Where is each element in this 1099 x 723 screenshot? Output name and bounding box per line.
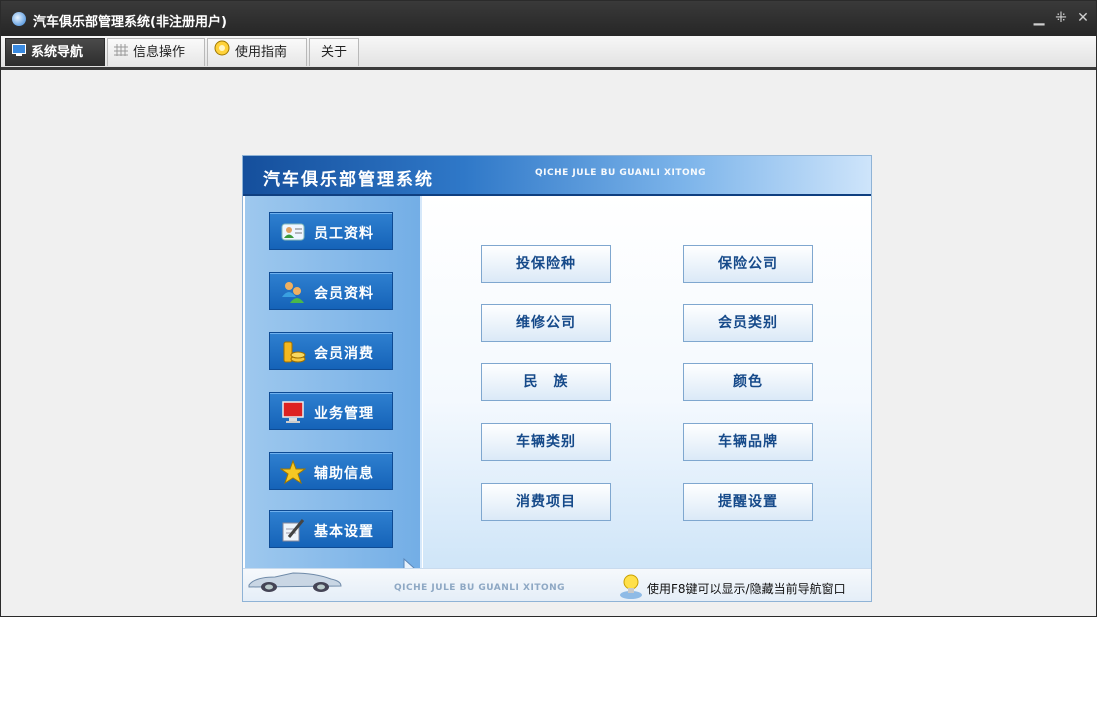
- settings-pen-icon: [282, 519, 305, 542]
- member-category-button[interactable]: 会员类别: [683, 304, 813, 342]
- sidebar-item-employee[interactable]: 员工资料: [269, 212, 393, 250]
- restore-icon[interactable]: ⁜: [1053, 10, 1069, 26]
- window-title: 汽车俱乐部管理系统(非注册用户): [33, 15, 227, 30]
- panel-header: 汽车俱乐部管理系统 QICHE JULE BU GUANLI XITONG: [243, 156, 871, 196]
- title-bar[interactable]: 汽车俱乐部管理系统(非注册用户) ▁ ⁜ ✕: [1, 1, 1096, 36]
- tab-about[interactable]: 关于: [309, 38, 359, 66]
- nav-sidebar: 员工资料 会员资料 会员消费 业务管理 辅助信息 基本设置: [245, 196, 422, 579]
- lightbulb-icon: [620, 574, 642, 599]
- coins-icon: [283, 341, 306, 363]
- members-icon: [282, 282, 304, 303]
- ethnicity-button[interactable]: 民 族: [481, 363, 611, 401]
- panel-subtitle: QICHE JULE BU GUANLI XITONG: [535, 168, 707, 178]
- star-icon: [280, 459, 306, 485]
- sidebar-item-basic-settings[interactable]: 基本设置: [269, 510, 393, 548]
- color-button[interactable]: 颜色: [683, 363, 813, 401]
- insurance-type-button[interactable]: 投保险种: [481, 245, 611, 283]
- reminder-settings-button[interactable]: 提醒设置: [683, 483, 813, 521]
- vehicle-category-button[interactable]: 车辆类别: [481, 423, 611, 461]
- repair-company-button[interactable]: 维修公司: [481, 304, 611, 342]
- sidebar-item-members[interactable]: 会员资料: [269, 272, 393, 310]
- sidebar-item-business[interactable]: 业务管理: [269, 392, 393, 430]
- footer-subtitle: QICHE JULE BU GUANLI XITONG: [394, 583, 566, 593]
- tab-guide[interactable]: 使用指南: [207, 38, 307, 66]
- tab-system-nav[interactable]: 系统导航: [5, 38, 105, 66]
- monitor-icon: [12, 39, 26, 66]
- employee-card-icon: [281, 223, 305, 241]
- sidebar-item-consumption[interactable]: 会员消费: [269, 332, 393, 370]
- panel-title: 汽车俱乐部管理系统: [263, 170, 434, 190]
- grid-icon: [114, 39, 128, 66]
- footer-tip: 使用F8键可以显示/隐藏当前导航窗口: [647, 582, 846, 596]
- close-icon[interactable]: ✕: [1075, 10, 1091, 26]
- car-icon: [248, 572, 342, 592]
- minimize-icon[interactable]: ▁: [1031, 10, 1047, 26]
- insurance-company-button[interactable]: 保险公司: [683, 245, 813, 283]
- consumption-item-button[interactable]: 消费项目: [481, 483, 611, 521]
- tab-bar: 系统导航 信息操作 使用指南 关于: [1, 36, 1096, 70]
- nav-panel: 汽车俱乐部管理系统 QICHE JULE BU GUANLI XITONG 员工…: [242, 155, 872, 602]
- monitor-icon: [282, 401, 304, 423]
- app-logo-icon: [12, 12, 26, 26]
- vehicle-brand-button[interactable]: 车辆品牌: [683, 423, 813, 461]
- sidebar-item-auxiliary[interactable]: 辅助信息: [269, 452, 393, 490]
- guide-icon: [214, 39, 230, 66]
- main-button-area: 投保险种 保险公司 维修公司 会员类别 民 族 颜色 车辆类别 车辆品牌 消费项…: [423, 196, 871, 568]
- panel-footer: QICHE JULE BU GUANLI XITONG 使用F8键可以显示/隐藏…: [243, 568, 871, 601]
- tab-info-ops[interactable]: 信息操作: [107, 38, 205, 66]
